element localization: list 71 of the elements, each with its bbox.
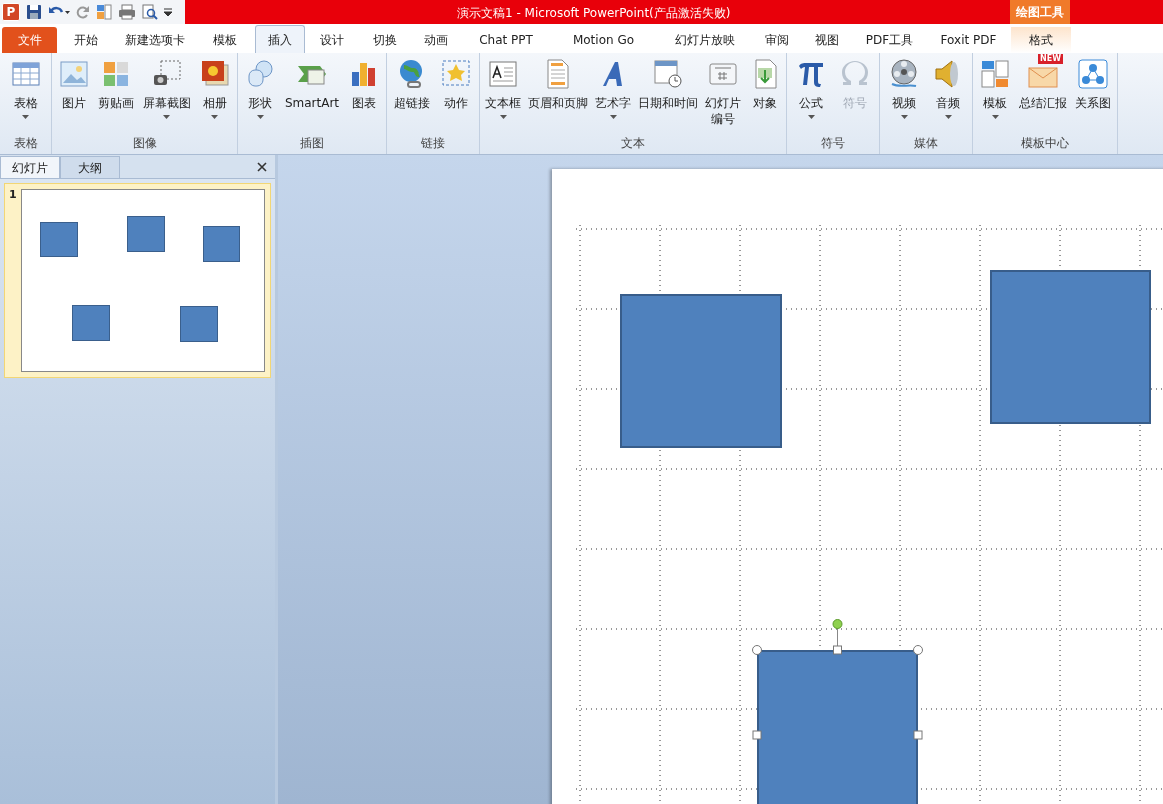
ribbon-button[interactable]: 模板 — [979, 57, 1011, 119]
ribbon-button[interactable]: 超链接 — [394, 57, 430, 111]
ribbon-button[interactable]: 表格 — [9, 57, 42, 119]
group-label: 插图 — [299, 135, 325, 151]
print-preview-icon[interactable] — [142, 4, 158, 20]
group-label: 媒体 — [913, 135, 939, 151]
redo-icon[interactable] — [76, 4, 90, 20]
ribbon-tab[interactable]: 格式 — [1011, 27, 1071, 53]
group-label: 表格 — [12, 135, 39, 151]
ribbon-button[interactable]: 对象 — [748, 57, 781, 111]
ribbon-button[interactable]: 页眉和页脚 — [528, 57, 589, 111]
ribbon-tab[interactable]: Chat PPT — [461, 27, 551, 53]
ribbon-tab[interactable]: 开始 — [57, 27, 115, 53]
group-label: 图像 — [131, 135, 158, 151]
ribbon-tab[interactable]: 文件 — [2, 27, 57, 53]
diagram-icon — [1077, 58, 1109, 90]
ribbon-button[interactable]: 相册 — [198, 57, 231, 119]
ribbon-tab[interactable]: 幻灯片放映 — [656, 27, 753, 53]
ribbon-tab[interactable]: Foxit PDF — [926, 27, 1011, 53]
ribbon-tab[interactable]: 设计 — [305, 27, 358, 53]
customize-icon[interactable] — [164, 6, 172, 18]
slide-thumbnail-frame[interactable]: 1 — [4, 183, 271, 378]
ribbon-tab[interactable]: Motion Go — [551, 27, 656, 53]
film-reel-icon — [888, 58, 920, 90]
ribbon-tab[interactable]: 切换 — [358, 27, 411, 53]
ribbon-tab[interactable]: 视图 — [801, 27, 853, 53]
rectangle-shape — [126, 216, 165, 252]
ribbon-tab[interactable]: 模板 — [195, 27, 255, 53]
ribbon-button[interactable]: 日期和时间 — [637, 57, 698, 111]
calendar-icon — [651, 58, 684, 90]
layout-icon — [979, 58, 1011, 90]
rectangle-shape — [202, 226, 240, 262]
app-logo[interactable]: P — [2, 3, 20, 21]
group-label: 链接 — [420, 135, 446, 151]
close-icon[interactable] — [257, 162, 267, 172]
ribbon-button[interactable]: 图表 — [347, 57, 380, 111]
ribbon-tab[interactable]: PDF工具 — [853, 27, 926, 53]
panel-tab[interactable]: 大纲 — [60, 156, 120, 178]
group-label: 模板中心 — [1020, 135, 1070, 151]
ribbon-button[interactable]: 屏幕截图 — [142, 57, 191, 119]
ribbon-button[interactable]: 形状 — [244, 57, 277, 119]
ribbon-button[interactable]: 艺术字 — [595, 57, 632, 119]
rectangle-shape — [179, 306, 218, 342]
group-label: 文本 — [620, 135, 646, 151]
textbox-icon — [487, 58, 520, 90]
ribbon-button[interactable]: 音频 — [932, 57, 964, 119]
ribbon-button[interactable]: 视频 — [888, 57, 920, 119]
ribbon-button[interactable]: 文本框 — [485, 57, 522, 119]
ribbon-tab[interactable]: 新建选项卡 — [115, 27, 195, 53]
new-badge: NEW — [1038, 54, 1063, 64]
ribbon-tab[interactable]: 审阅 — [753, 27, 801, 53]
ribbon-tab[interactable]: 插入 — [255, 25, 305, 53]
ribbon-button[interactable]: 幻灯片编号 — [704, 57, 742, 127]
ribbon-tab[interactable]: 动画 — [411, 27, 461, 53]
print-icon[interactable] — [118, 4, 136, 20]
save-icon[interactable] — [26, 4, 42, 20]
window-title: 演示文稿1 - Microsoft PowerPoint(产品激活失败) — [457, 5, 731, 22]
slide-number: 1 — [9, 189, 17, 203]
panel-tab[interactable]: 幻灯片 — [0, 156, 60, 178]
group-label: 符号 — [820, 135, 846, 151]
rectangle-shape — [71, 305, 110, 341]
ribbon-button[interactable]: 剪贴画 — [98, 57, 135, 111]
ribbon-button[interactable]: 关系图 — [1075, 57, 1111, 111]
layout-icon[interactable] — [96, 4, 112, 20]
ribbon-button[interactable]: 公式 — [795, 57, 827, 119]
context-tab-header: 绘图工具 — [1016, 4, 1064, 21]
picture-icon — [58, 58, 91, 90]
ribbon-button[interactable]: 图片 — [58, 57, 91, 111]
ribbon-button[interactable]: 动作 — [440, 57, 472, 111]
rectangle-shape — [39, 222, 78, 257]
ribbon-button[interactable]: SmartArt — [284, 57, 340, 111]
